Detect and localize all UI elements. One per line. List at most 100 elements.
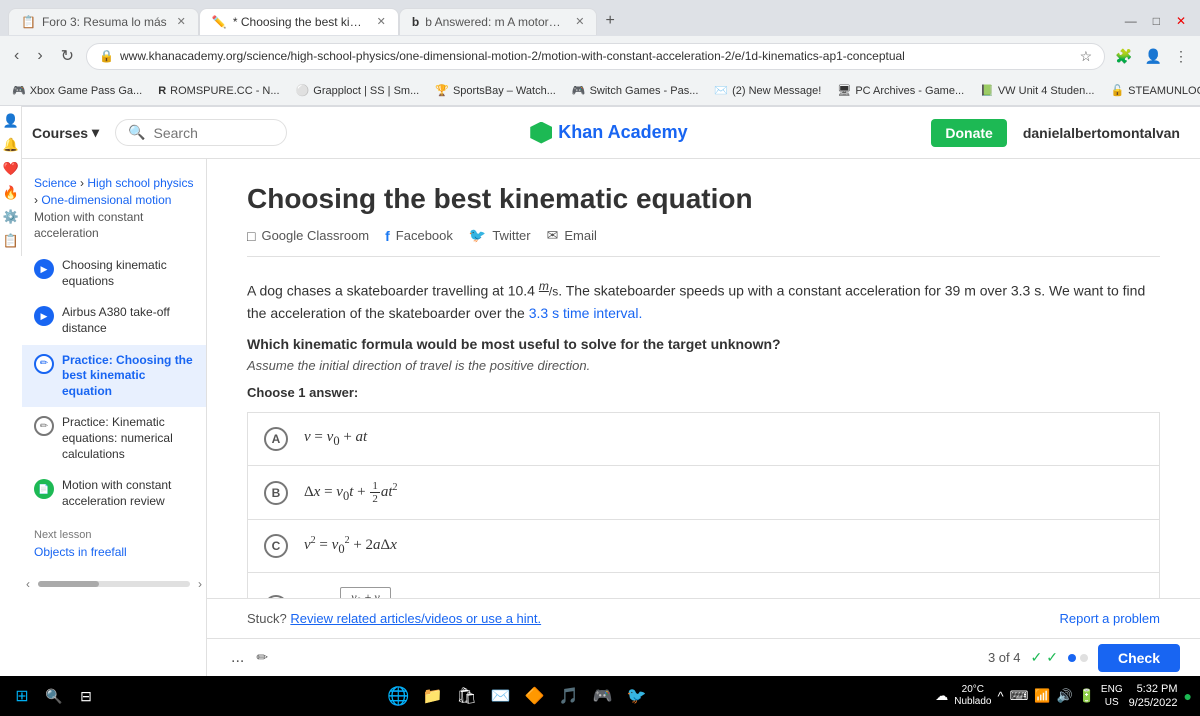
reload-button[interactable]: ↻ [55,42,80,70]
sidebar-item-airbus[interactable]: ▶ Airbus A380 take-off distance [22,297,206,344]
share-facebook[interactable]: f Facebook [385,228,453,244]
tab-3[interactable]: b b Answered: m A motorcycl ✕ [399,8,598,35]
answer-choice-d[interactable]: D Δx = v0 + v 2 t [247,573,1160,598]
wifi-icon[interactable]: 📶 [1034,688,1050,704]
tab-1-close[interactable]: ✕ [177,15,186,28]
taskbar-mail-button[interactable]: ✉️ [487,682,515,710]
taskbar-app-7[interactable]: 🎮 [589,682,617,710]
sidebar-scroll-right[interactable]: › [194,575,206,593]
bookmark-7[interactable]: 🖥PC Archives - Game... [833,82,968,99]
tab-2[interactable]: ✏️ * Choosing the best kinem ✕ [199,8,399,35]
browser-actions: 🧩 👤 ⋮ [1111,44,1192,69]
bookmark-2[interactable]: RROMSPURE.CC - N... [154,83,283,99]
weather-icon[interactable]: ☁ [935,688,948,704]
bookmark-4[interactable]: 🏆SportsBay – Watch... [431,82,560,99]
tray-arrow-icon[interactable]: ^ [997,689,1003,704]
bookmark-3-icon: ⚪ [296,84,310,97]
new-tab-button[interactable]: + [597,8,622,34]
courses-chevron-icon: ▾ [92,124,99,141]
check-mark-2: ✓ [1046,649,1058,666]
left-icon-4[interactable]: 🔥 [0,182,22,204]
maximize-button[interactable]: □ [1147,10,1166,32]
taskbar-app-6[interactable]: 🎵 [555,682,583,710]
taskbar-app-5[interactable]: 🔶 [521,682,549,710]
answer-choice-c[interactable]: C v2 = v02 + 2aΔx [247,520,1160,573]
app-8-icon: 🐦 [627,686,647,706]
bookmark-6[interactable]: ✉️(2) New Message! [710,82,825,99]
forward-button[interactable]: › [31,43,48,69]
bookmark-6-icon: ✉️ [714,84,728,97]
share-twitter[interactable]: 🐦 Twitter [469,227,531,244]
search-input[interactable] [154,125,274,141]
problem-text: A dog chases a skateboarder travelling a… [247,277,1160,324]
taskbar-search-button[interactable]: 🔍 [40,682,68,710]
sidebar-item-review[interactable]: 📄 Motion with constant acceleration revi… [22,470,206,517]
keyboard-icon[interactable]: ⌨ [1010,688,1029,704]
search-area[interactable]: 🔍 [115,119,286,146]
answer-choice-b[interactable]: B Δx = v0t + 12at2 [247,466,1160,520]
footer-bar: ... ✏ 3 of 4 ✓ ✓ Check [207,638,1200,676]
progress-dot-2 [1080,654,1088,662]
windows-start-button[interactable]: ⊞ [8,682,36,710]
donate-button[interactable]: Donate [931,119,1006,147]
taskbar-app-8[interactable]: 🐦 [623,682,651,710]
sidebar-item-choosing-kinematic[interactable]: ▶ Choosing kinematic equations [22,250,206,297]
taskbar-edge-button[interactable]: 🌐 [385,682,413,710]
answer-choice-a[interactable]: A v = v0 + at [247,412,1160,466]
back-button[interactable]: ‹ [8,43,25,69]
left-icon-5[interactable]: ⚙️ [0,206,22,228]
app-5-icon: 🔶 [525,686,545,706]
next-lesson-section: Next lesson Objects in freefall [22,517,206,571]
left-icon-6[interactable]: 📋 [0,230,22,252]
sidebar-item-practice-choosing[interactable]: ✏ Practice: Choosing the best kinematic … [22,345,206,408]
left-icon-1[interactable]: 👤 [0,110,22,132]
bookmark-1[interactable]: 🎮Xbox Game Pass Ga... [8,82,146,99]
taskbar-file-explorer-button[interactable]: 📁 [419,682,447,710]
bookmark-4-icon: 🏆 [435,84,449,97]
bookmark-3[interactable]: ⚪Grapploct | SS | Sm... [292,82,424,99]
tab-1-favicon: 📋 [21,15,36,29]
breadcrumb-hs-physics[interactable]: High school physics [87,176,193,190]
courses-button[interactable]: Courses ▾ [32,124,99,141]
star-icon[interactable]: ☆ [1080,48,1093,65]
tab-2-favicon: ✏️ [212,15,227,29]
close-button[interactable]: ✕ [1170,10,1192,32]
profile-button[interactable]: 👤 [1141,44,1166,69]
check-button[interactable]: Check [1098,644,1180,672]
taskbar-store-button[interactable]: 🛍 [453,682,481,710]
breadcrumb-1d-motion[interactable]: One-dimensional motion [41,193,171,207]
bookmark-9[interactable]: 🔓STEAMUNLOCKED... [1106,82,1200,99]
bookmark-8[interactable]: 📗VW Unit 4 Studen... [976,82,1098,99]
volume-icon[interactable]: 🔊 [1057,688,1073,704]
sidebar-scroll-track [38,581,190,587]
address-bar[interactable]: 🔒 www.khanacademy.org/science/high-schoo… [86,43,1105,70]
taskbar-clock[interactable]: 5:32 PM 9/25/2022 [1129,682,1178,711]
footer-pencil-icon[interactable]: ✏ [256,649,268,666]
extensions-button[interactable]: 🧩 [1111,44,1136,69]
sidebar-item-icon-5: 📄 [34,479,54,499]
menu-button[interactable]: ⋮ [1170,44,1192,69]
share-google-classroom[interactable]: □ Google Classroom [247,228,369,244]
next-lesson-title[interactable]: Objects in freefall [34,545,194,559]
country-code: US [1101,696,1123,709]
app-7-icon: 🎮 [593,686,613,706]
minimize-button[interactable]: — [1119,10,1143,32]
taskbar-task-view-button[interactable]: ⊟ [72,682,100,710]
left-icon-3[interactable]: ❤️ [0,158,22,180]
tab-3-close[interactable]: ✕ [575,15,584,28]
footer-dots-button[interactable]: ... [227,645,248,671]
sidebar-item-practice-kinematic[interactable]: ✏ Practice: Kinematic equations: numeric… [22,407,206,470]
weather-temp: 20°C Nublado [954,684,991,708]
share-email[interactable]: ✉ Email [547,227,597,244]
left-icon-2[interactable]: 🔔 [0,134,22,156]
tab-1[interactable]: 📋 Foro 3: Resuma lo más ✕ [8,8,199,35]
sidebar-scroll-left[interactable]: ‹ [22,575,34,593]
breadcrumb-science[interactable]: Science [34,176,77,190]
footer-left: ... ✏ [227,645,268,671]
bookmark-5[interactable]: 🎮Switch Games - Pas... [568,82,703,99]
tab-2-close[interactable]: ✕ [377,15,386,28]
progress-dots [1068,654,1088,662]
hint-link[interactable]: Review related articles/videos or use a … [290,611,541,626]
battery-icon[interactable]: 🔋 [1079,688,1095,704]
report-problem-link[interactable]: Report a problem [1060,611,1160,626]
